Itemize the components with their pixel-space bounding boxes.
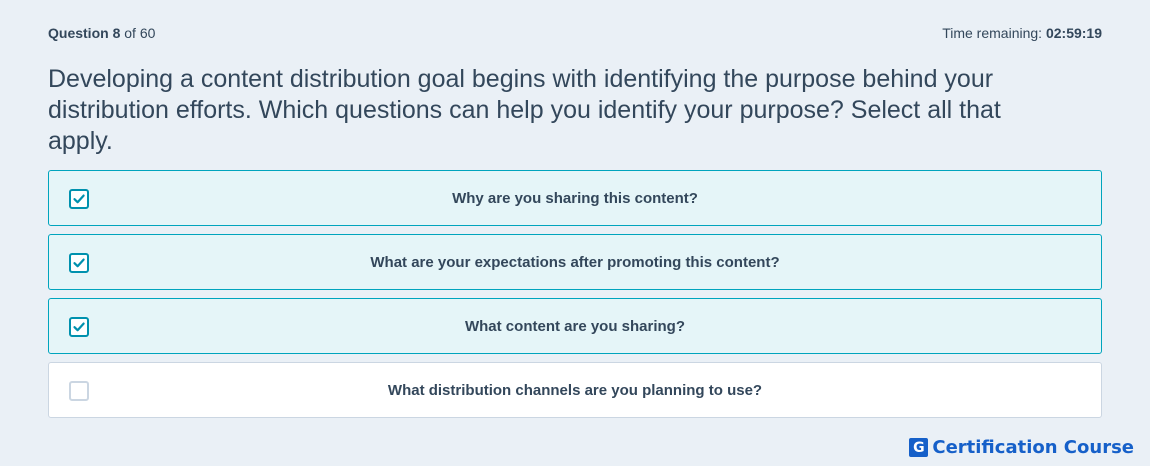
brand-text: Certification Course [932, 437, 1134, 458]
brand-g-icon: G [909, 438, 929, 457]
question-text: Developing a content distribution goal b… [48, 65, 1001, 155]
quiz-header: Question 8 of 60 Time remaining: 02:59:1… [48, 24, 1102, 42]
answer-option[interactable]: What distribution channels are you plann… [48, 362, 1102, 418]
checkmark-icon [73, 322, 85, 332]
answer-options: Why are you sharing this content? What a… [48, 170, 1102, 426]
answer-option[interactable]: Why are you sharing this content? [48, 170, 1102, 226]
question-counter: Question 8 of 60 [48, 25, 155, 41]
timer: Time remaining: 02:59:19 [942, 25, 1102, 41]
answer-option[interactable]: What are your expectations after promoti… [48, 234, 1102, 290]
answer-option[interactable]: What content are you sharing? [48, 298, 1102, 354]
checkbox[interactable] [69, 253, 89, 273]
brand-logo: G Certification Course [909, 437, 1134, 458]
time-label: Time remaining: [942, 25, 1043, 41]
option-label: Why are you sharing this content? [452, 189, 698, 207]
option-label: What distribution channels are you plann… [387, 381, 763, 399]
checkmark-icon [73, 258, 85, 268]
option-label: What content are you sharing? [464, 317, 686, 335]
time-value: 02:59:19 [1045, 25, 1102, 41]
question-label: Question [48, 25, 109, 41]
question-total: of 60 [124, 25, 156, 41]
question-number: 8 [112, 25, 121, 41]
checkbox[interactable] [69, 317, 89, 337]
checkbox[interactable] [69, 381, 89, 401]
option-label: What are your expectations after promoti… [370, 253, 780, 271]
checkmark-icon [73, 194, 85, 204]
checkbox[interactable] [69, 189, 89, 209]
